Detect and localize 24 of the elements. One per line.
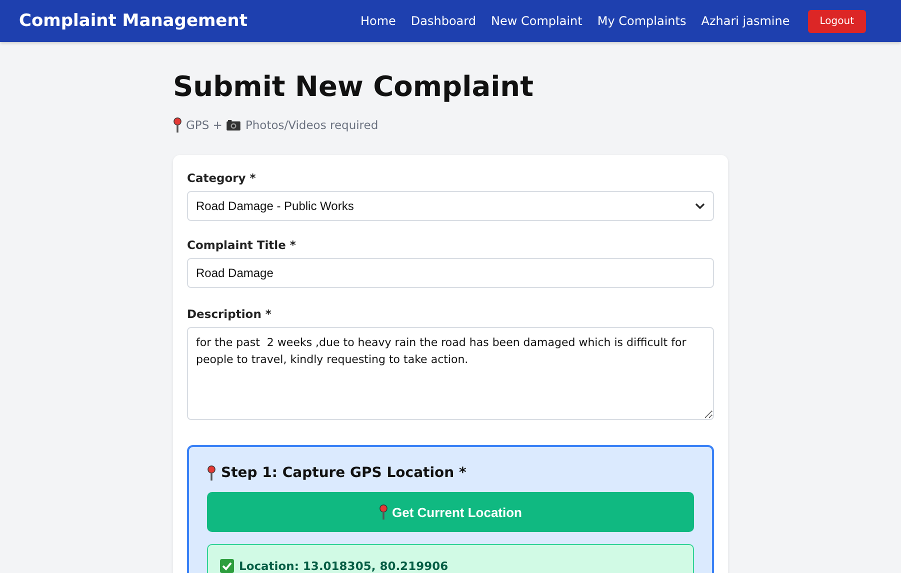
description-textarea[interactable]: for the past 2 weeks ,due to heavy rain the road has been damaged which is difficult for people to travel, kindly requesting to take action. xyxy=(187,327,714,420)
logout-button[interactable]: Logout xyxy=(808,10,866,32)
category-select[interactable]: Road Damage - Public Works xyxy=(187,191,714,221)
checkmark-icon xyxy=(220,559,234,573)
subtitle-text: GPS + xyxy=(186,118,222,132)
page-title: Submit New Complaint xyxy=(173,70,534,103)
gps-heading: Step 1: Capture GPS Location * xyxy=(221,465,466,481)
field-label: Description * xyxy=(187,307,272,321)
subtitle-text: Photos/Videos required xyxy=(245,118,378,132)
field-label: Complaint Title * xyxy=(187,238,297,252)
field-label: Category * xyxy=(187,171,257,185)
nav-link[interactable]: My Complaints xyxy=(597,14,686,28)
nav-link[interactable]: Dashboard xyxy=(410,14,476,28)
brand-title: Complaint Management xyxy=(19,11,248,31)
map-pin-icon xyxy=(173,117,182,133)
chevron-down-icon xyxy=(695,203,705,209)
title-input[interactable]: Road Damage xyxy=(187,258,714,288)
map-pin-icon xyxy=(378,504,388,520)
map-pin-icon xyxy=(207,465,216,481)
user-name: Azhari jasmine xyxy=(701,14,790,28)
camera-icon xyxy=(226,120,242,130)
nav-link[interactable]: New Complaint xyxy=(491,14,582,28)
nav-link[interactable]: Home xyxy=(360,14,396,28)
location-text: Location: 13.018305, 80.219906 xyxy=(239,559,448,573)
